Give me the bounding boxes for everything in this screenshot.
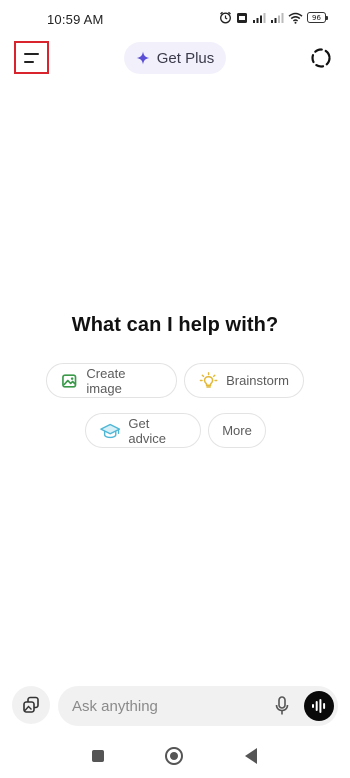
page-title: What can I help with? xyxy=(71,314,279,336)
get-plus-button[interactable]: Get Plus xyxy=(124,42,226,74)
navigation-bar xyxy=(0,742,350,772)
chip-label: Brainstorm xyxy=(226,373,289,388)
graduation-cap-icon xyxy=(100,423,121,438)
chip-label: More xyxy=(222,423,252,438)
get-advice-chip[interactable]: Get advice xyxy=(85,413,201,448)
ask-input[interactable] xyxy=(72,686,262,726)
menu-button[interactable] xyxy=(14,41,49,74)
microphone-icon xyxy=(275,696,289,715)
back-icon[interactable] xyxy=(245,748,257,764)
temporary-chat-icon[interactable] xyxy=(310,47,332,69)
chip-label: Create image xyxy=(86,365,126,396)
wifi-icon xyxy=(288,12,303,24)
attach-image-icon xyxy=(23,696,39,713)
microphone-button[interactable] xyxy=(272,695,292,717)
alarm-icon xyxy=(220,11,231,24)
status-time: 10:59 AM xyxy=(47,12,104,27)
get-plus-label: Get Plus xyxy=(156,49,215,67)
create-image-chip[interactable]: Create image xyxy=(46,363,177,398)
sparkle-icon xyxy=(136,51,150,65)
status-icons: 96 xyxy=(219,11,328,24)
attach-button[interactable] xyxy=(12,686,50,724)
signal-icon xyxy=(253,12,266,23)
recents-icon[interactable] xyxy=(92,750,104,762)
chip-label: Get advice xyxy=(128,415,166,446)
home-icon[interactable] xyxy=(165,747,183,765)
sim-icon xyxy=(237,12,247,23)
signal-icon xyxy=(271,12,284,23)
voice-mode-icon xyxy=(312,699,326,713)
voice-mode-button[interactable] xyxy=(304,691,334,721)
lightbulb-icon xyxy=(199,371,218,388)
more-chip[interactable]: More xyxy=(208,413,266,448)
ask-field xyxy=(58,686,338,726)
battery-icon: 96 xyxy=(307,12,328,23)
brainstorm-chip[interactable]: Brainstorm xyxy=(184,363,304,398)
image-icon xyxy=(62,373,77,388)
composer xyxy=(0,686,350,726)
menu-icon xyxy=(24,52,39,55)
status-bar: 10:59 AM 96 xyxy=(0,0,350,40)
top-bar: Get Plus xyxy=(0,40,350,76)
